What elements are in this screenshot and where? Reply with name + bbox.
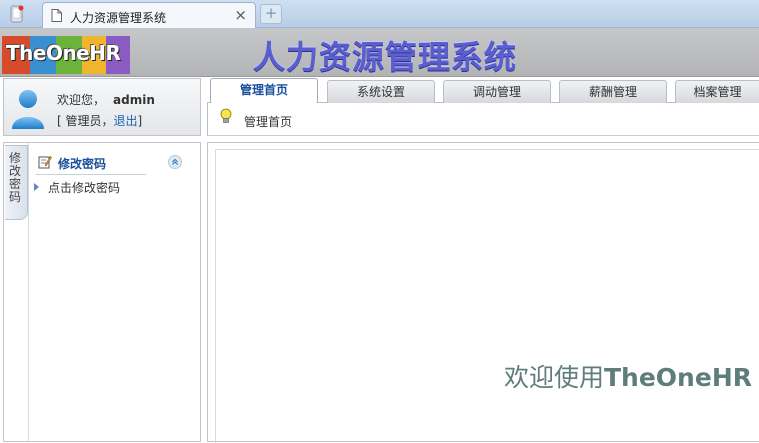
menu-item-label: 点击修改密码: [48, 181, 121, 195]
welcome-banner: 欢迎使用TheOneHR: [504, 358, 752, 394]
user-avatar-icon: [12, 90, 44, 129]
edit-icon: [38, 156, 52, 169]
username: admin: [113, 93, 155, 107]
breadcrumb: 管理首页: [207, 103, 759, 136]
content-area: 欢迎使用TheOneHR: [207, 142, 759, 443]
new-tab-button[interactable]: +: [260, 4, 282, 24]
phone-icon[interactable]: [10, 5, 24, 23]
welcome-text: 欢迎您， admin: [57, 91, 155, 108]
vertical-tab-label: 修改密码: [9, 151, 22, 204]
tab-transfer[interactable]: 调动管理: [443, 80, 551, 103]
tab-home[interactable]: 管理首页: [210, 78, 318, 104]
tab-salary[interactable]: 薪酬管理: [559, 80, 667, 103]
close-tab-icon[interactable]: ×: [234, 6, 247, 24]
breadcrumb-label: 管理首页: [244, 115, 293, 129]
system-title: 人力资源管理系统: [253, 38, 518, 76]
welcome-prefix: 欢迎使用: [503, 363, 604, 392]
user-info-panel: 欢迎您， admin [ 管理员，退出]: [3, 78, 201, 136]
menu-divider: [36, 174, 146, 175]
tab-archive[interactable]: 档案管理: [675, 80, 759, 103]
sidebar-vertical-tab[interactable]: 修改密码: [5, 145, 28, 220]
tab-system-settings[interactable]: 系统设置: [327, 80, 435, 103]
page-icon: [51, 9, 62, 22]
sidebar: 修改密码 修改密码 点击修改密码: [3, 142, 201, 442]
menu-group-header[interactable]: 修改密码: [36, 153, 186, 175]
logout-link[interactable]: 退出: [114, 114, 138, 128]
browser-tab[interactable]: 人力资源管理系统 ×: [42, 2, 256, 28]
role-label: [ 管理员，: [57, 114, 114, 128]
main-tab-bar: 管理首页 系统设置 调动管理 薪酬管理 档案管理: [207, 78, 759, 104]
welcome-label: 欢迎您，: [57, 93, 106, 107]
sidebar-separator: [28, 143, 29, 441]
chevron-right-icon: [34, 183, 39, 191]
menu-group-title: 修改密码: [58, 157, 107, 171]
logo: TheOneHR: [2, 36, 130, 74]
lightbulb-icon: [220, 108, 232, 123]
role-suffix: ]: [137, 114, 143, 128]
logo-text: TheOneHR: [6, 41, 121, 65]
role-line: [ 管理员，退出]: [57, 112, 142, 129]
collapse-icon[interactable]: [168, 155, 182, 169]
welcome-brand: TheOneHR: [604, 363, 752, 392]
browser-tab-title: 人力资源管理系统: [70, 11, 167, 25]
browser-tab-strip: 人力资源管理系统 × +: [0, 0, 759, 28]
menu-item-change-password[interactable]: 点击修改密码: [34, 179, 184, 195]
content-frame: 欢迎使用TheOneHR: [215, 149, 759, 443]
